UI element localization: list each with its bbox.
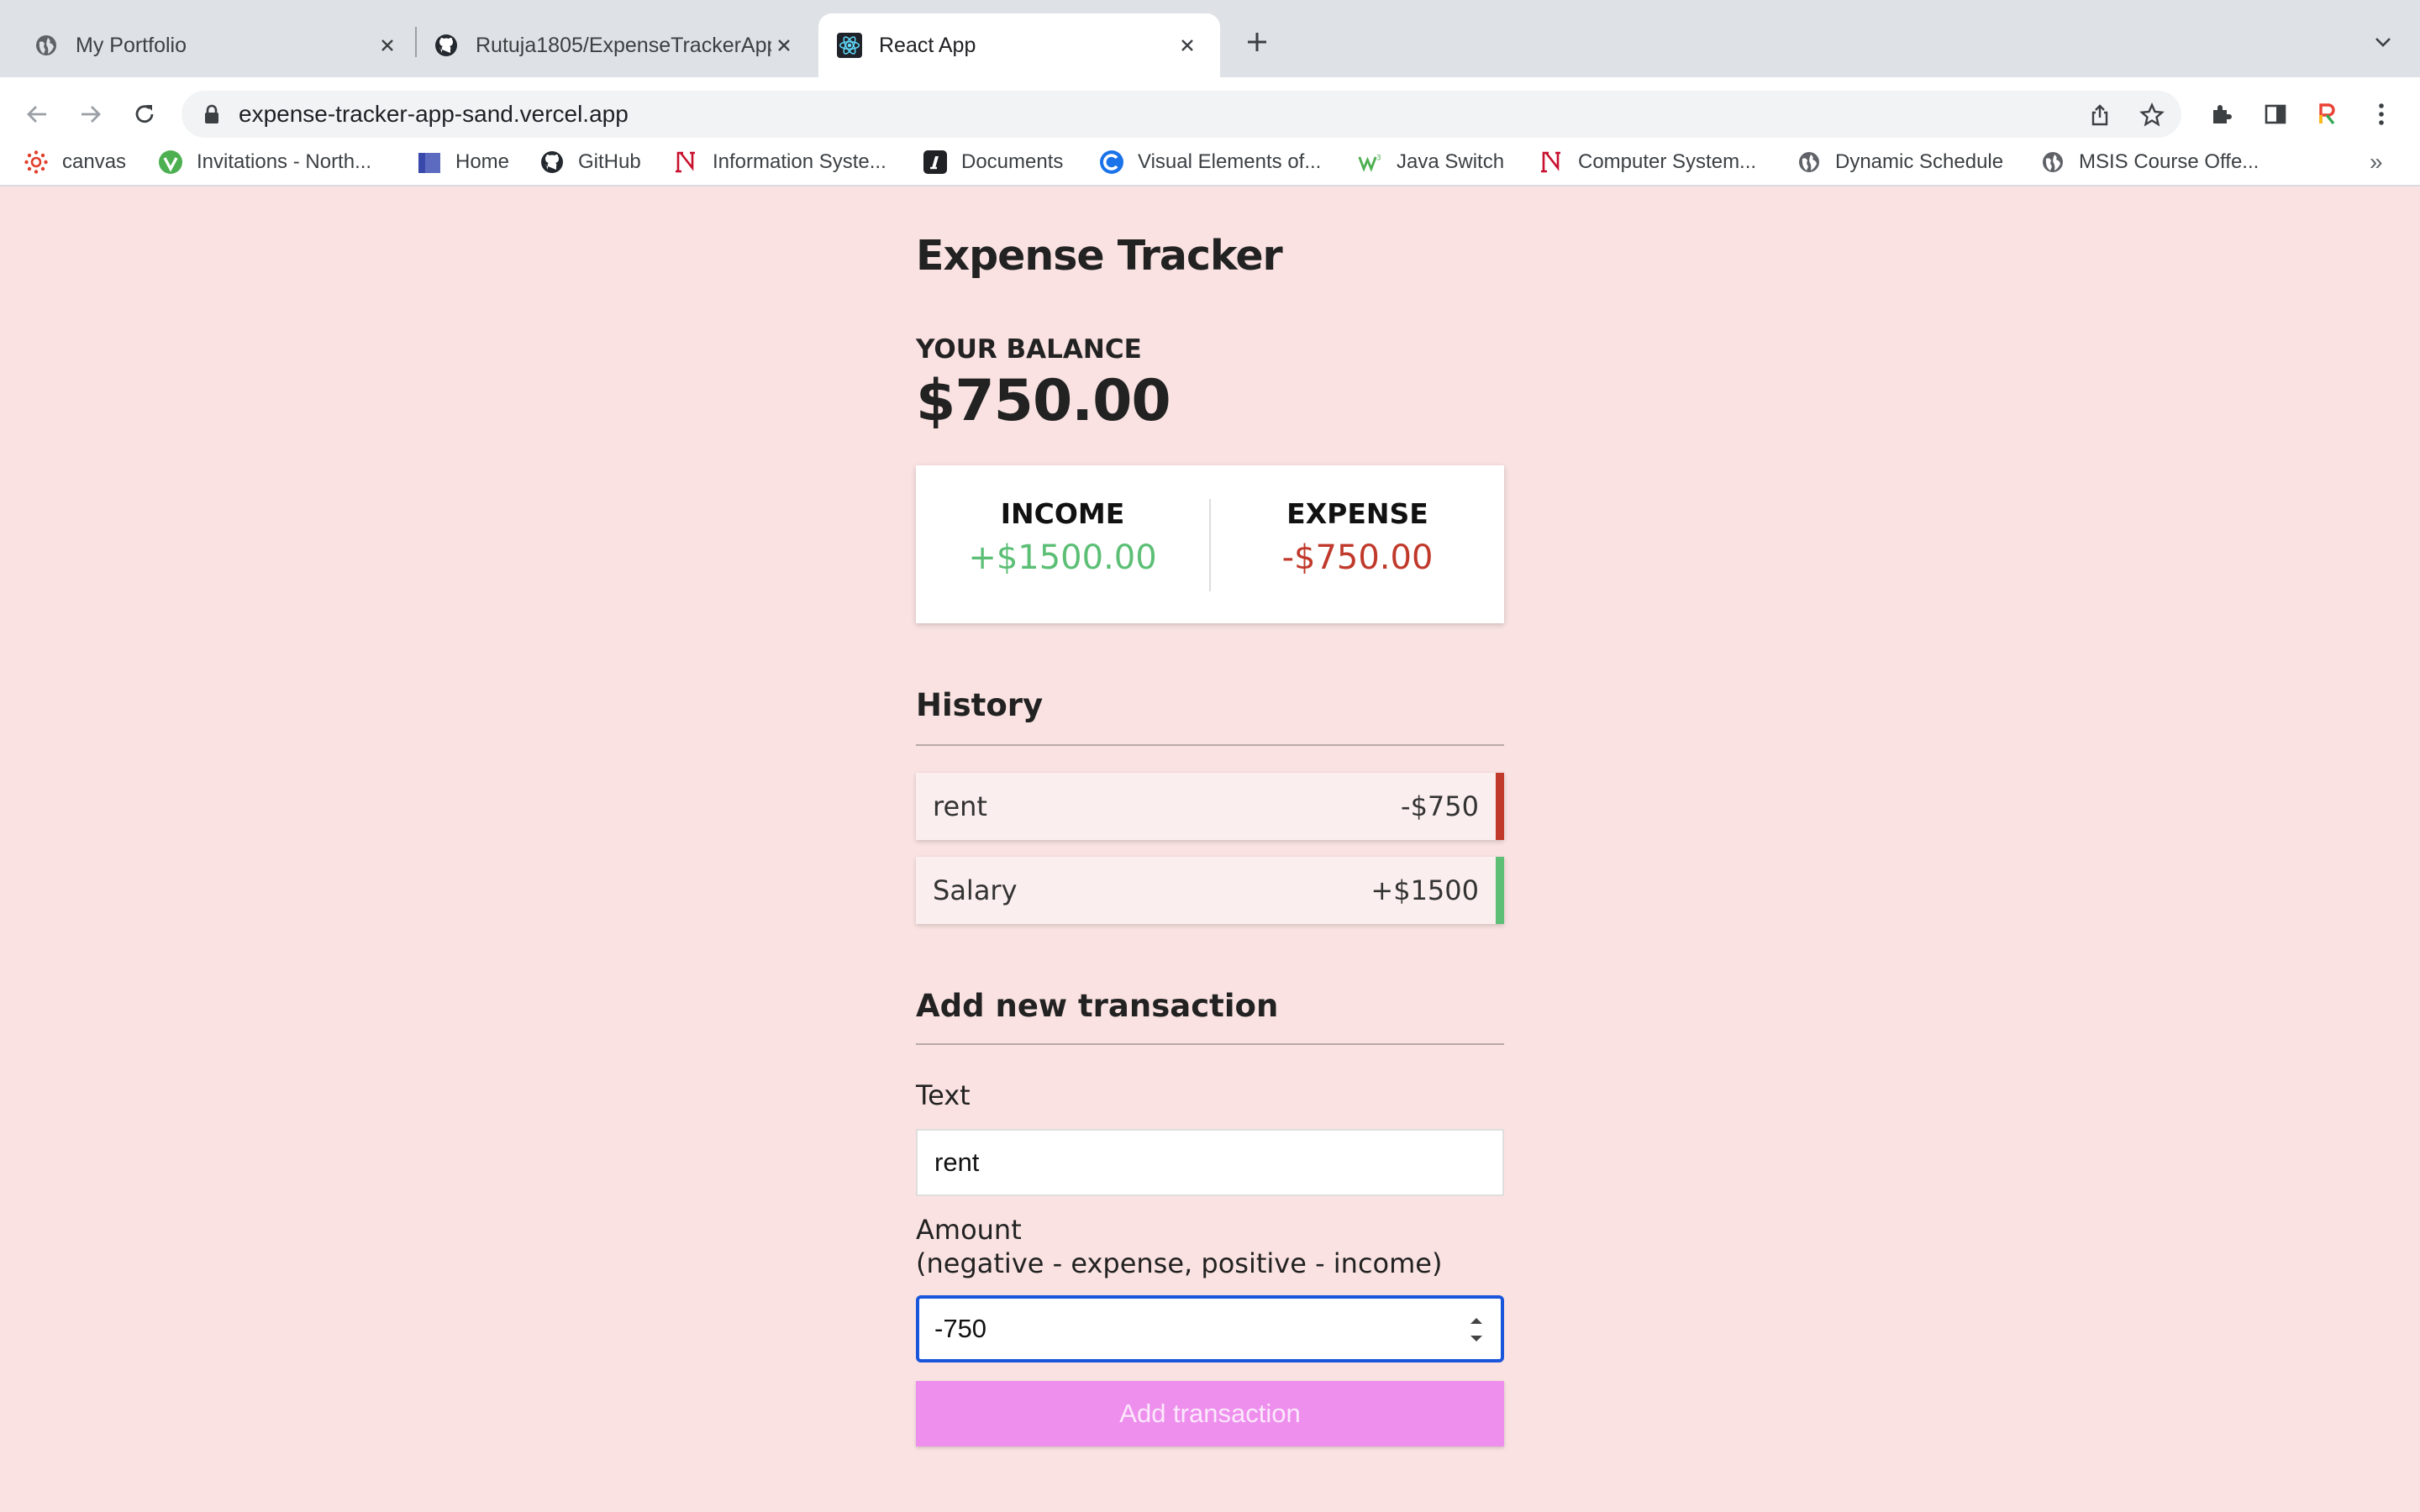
visual-elements-icon (1099, 150, 1124, 175)
forward-button[interactable] (71, 94, 111, 134)
bookmark-github[interactable]: GitHub (539, 139, 641, 185)
react-icon (837, 33, 862, 58)
bookmark-label: Dynamic Schedule (1835, 150, 2004, 173)
menu-kebab-icon[interactable] (2363, 96, 2400, 133)
text-input-value: rent (934, 1147, 980, 1177)
globe-icon (2040, 150, 2065, 175)
globe-icon (34, 33, 59, 58)
bookmark-label: MSIS Course Offe... (2079, 150, 2260, 173)
income-expense-card: INCOME +$1500.00 EXPENSE -$750.00 (916, 465, 1504, 623)
tab-title: My Portfolio (76, 33, 187, 57)
close-tab-icon[interactable] (375, 33, 400, 58)
amount-input-value: -750 (934, 1314, 987, 1343)
amount-label-line1: Amount (916, 1214, 1022, 1246)
balance-amount: $750.00 (916, 368, 1171, 434)
tab-title: Rutuja1805/ExpenseTrackerApp (476, 33, 771, 57)
profile-extension-icon[interactable] (2309, 96, 2346, 133)
java-icon: 3 (1358, 150, 1383, 175)
tab-search-chevron-icon[interactable] (2366, 25, 2400, 59)
income-section: INCOME +$1500.00 (916, 497, 1209, 577)
tab-strip: My Portfolio Rutuja1805/ExpenseTrackerAp… (0, 0, 2420, 77)
address-bar[interactable]: expense-tracker-app-sand.vercel.app (182, 91, 2181, 138)
bookmark-label: Java Switch (1397, 150, 1505, 173)
documents-icon (923, 150, 948, 175)
bookmark-label: Invitations - North... (197, 150, 372, 173)
transaction-text: rent (933, 790, 987, 822)
bookmark-label: Home (455, 150, 510, 173)
url-text[interactable]: expense-tracker-app-sand.vercel.app (239, 91, 629, 138)
history-divider (916, 744, 1504, 746)
expense-section: EXPENSE -$750.00 (1211, 497, 1504, 577)
svg-text:3: 3 (1376, 154, 1381, 162)
northeastern-icon (1539, 150, 1565, 175)
history-item-rent[interactable]: rent -$750 (916, 773, 1504, 840)
spin-down-icon[interactable] (1469, 1334, 1484, 1344)
close-tab-icon[interactable] (1175, 33, 1200, 58)
tab-my-portfolio[interactable]: My Portfolio (0, 13, 420, 77)
history-heading: History (916, 687, 1044, 723)
expense-indicator-bar (1496, 773, 1504, 840)
extensions-icon[interactable] (2203, 96, 2240, 133)
bookmark-label: GitHub (578, 150, 641, 173)
bookmark-label: Computer System... (1578, 150, 1757, 173)
globe-icon (1797, 150, 1822, 175)
bookmarks-bar: canvas Invitations - North... Home GitHu… (0, 139, 2420, 186)
bookmark-label: Information Syste... (713, 150, 886, 173)
github-icon (434, 33, 459, 58)
invitations-icon (158, 150, 183, 175)
amount-field-label: Amount (negative - expense, positive - i… (916, 1213, 1442, 1280)
bookmark-label: Documents (961, 150, 1064, 173)
bookmark-invitations[interactable]: Invitations - North... (158, 139, 371, 185)
bookmark-computer-systems[interactable]: Computer System... (1539, 139, 1756, 185)
bookmark-label: canvas (62, 150, 127, 173)
github-icon (539, 150, 565, 175)
income-amount: +$1500.00 (968, 538, 1157, 577)
transaction-text: Salary (933, 874, 1018, 906)
close-tab-icon[interactable] (771, 33, 797, 58)
expense-label: EXPENSE (1286, 497, 1428, 530)
bookmark-information-systems[interactable]: Information Syste... (674, 139, 886, 185)
bookmark-documents[interactable]: Documents (923, 139, 1063, 185)
transaction-amount: -$750 (1401, 790, 1479, 822)
bookmark-msis-course-offerings[interactable]: MSIS Course Offe... (2040, 139, 2259, 185)
side-panel-icon[interactable] (2257, 96, 2294, 133)
number-spinner[interactable] (1467, 1315, 1486, 1344)
text-input[interactable]: rent (916, 1129, 1504, 1196)
income-label: INCOME (1000, 497, 1125, 530)
page-title: Expense Tracker (916, 232, 1283, 280)
tab-react-app[interactable]: React App (818, 13, 1220, 77)
history-item-salary[interactable]: Salary +$1500 (916, 857, 1504, 924)
tab-github-repo[interactable]: Rutuja1805/ExpenseTrackerApp (417, 13, 817, 77)
balance-label: YOUR BALANCE (916, 334, 1142, 365)
more-bookmarks-button[interactable]: » (2370, 139, 2383, 185)
transaction-amount: +$1500 (1370, 874, 1479, 906)
bookmark-visual-elements[interactable]: Visual Elements of... (1099, 139, 1321, 185)
bookmark-java-switch[interactable]: 3 Java Switch (1358, 139, 1504, 185)
text-field-label: Text (916, 1079, 971, 1111)
northeastern-icon (674, 150, 699, 175)
lock-icon[interactable] (200, 102, 224, 126)
home-icon (417, 150, 442, 175)
spin-up-icon[interactable] (1469, 1315, 1484, 1326)
share-icon[interactable] (2087, 102, 2112, 128)
income-indicator-bar (1496, 857, 1504, 924)
back-button[interactable] (17, 94, 57, 134)
add-transaction-button[interactable]: Add transaction (916, 1381, 1504, 1446)
bookmark-home[interactable]: Home (417, 139, 509, 185)
add-transaction-divider (916, 1043, 1504, 1045)
expense-amount: -$750.00 (1281, 538, 1434, 577)
bookmark-dynamic-schedule[interactable]: Dynamic Schedule (1797, 139, 2003, 185)
reload-button[interactable] (124, 94, 165, 134)
tab-title: React App (879, 33, 976, 57)
add-transaction-heading: Add new transaction (916, 988, 1279, 1024)
canvas-icon (24, 150, 49, 175)
bookmark-star-icon[interactable] (2139, 102, 2165, 128)
amount-label-hint: (negative - expense, positive - income) (916, 1247, 1443, 1279)
bookmark-canvas[interactable]: canvas (24, 139, 126, 185)
bookmark-label: Visual Elements of... (1138, 150, 1322, 173)
amount-input[interactable]: -750 (916, 1295, 1504, 1362)
new-tab-button[interactable] (1240, 24, 1274, 60)
